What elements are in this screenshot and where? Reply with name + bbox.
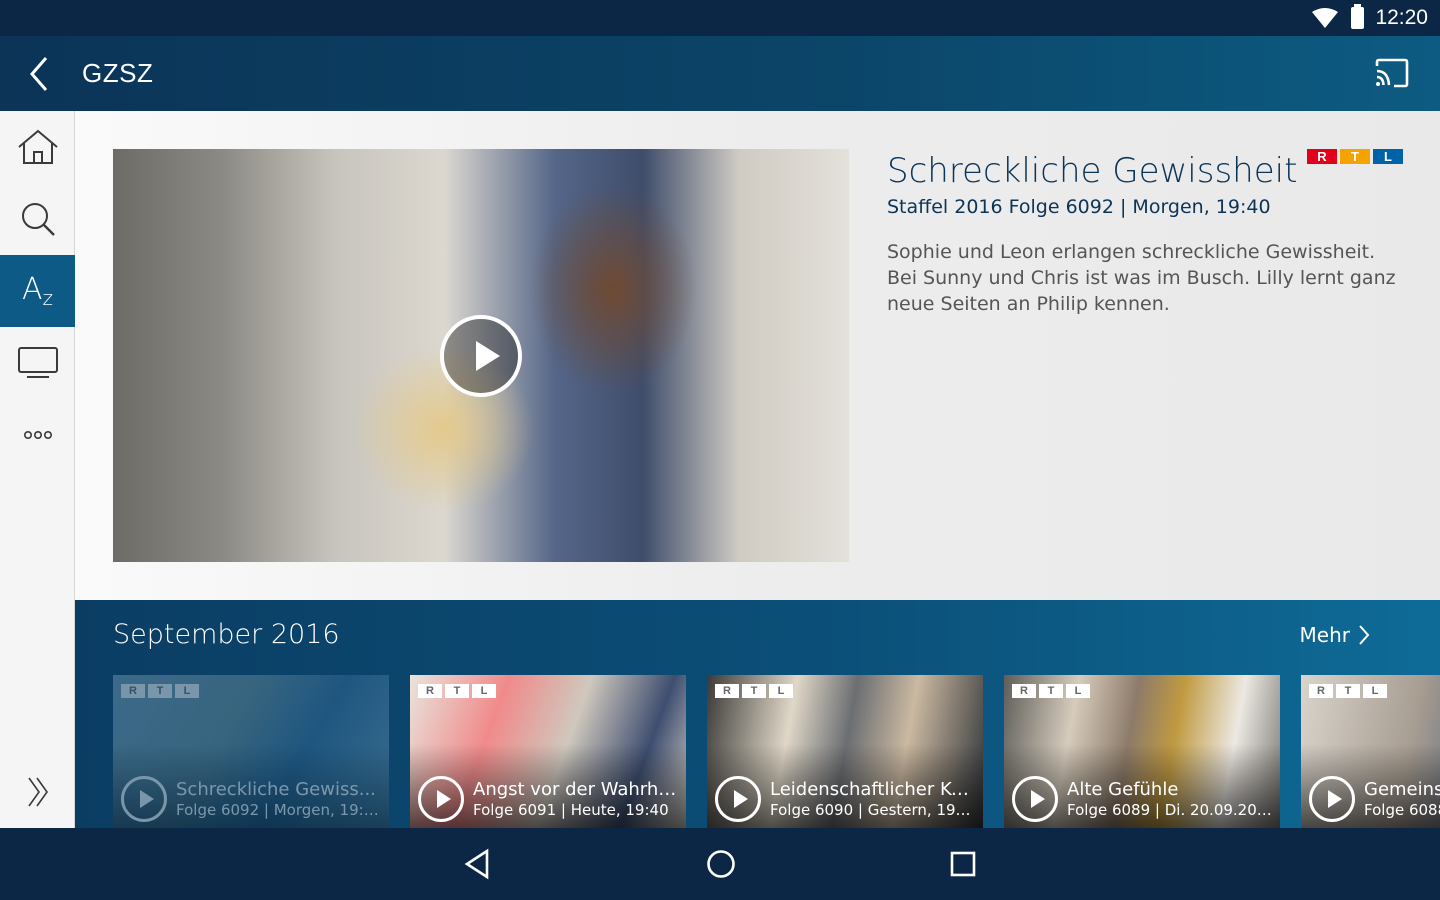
more-button[interactable]: Mehr [1300, 623, 1370, 647]
logo-letter-r: R [121, 684, 145, 698]
sidebar-item-tv[interactable] [0, 327, 75, 399]
rtl-logo: RTL [1309, 684, 1387, 698]
logo-letter-t: T [1039, 684, 1063, 698]
logo-letter-l: L [175, 684, 199, 698]
logo-letter-r: R [418, 684, 442, 698]
card-subtitle: Folge 6088 [1364, 801, 1440, 819]
search-icon [21, 203, 55, 236]
status-bar: 12:20 [0, 0, 1440, 36]
tv-icon [17, 347, 58, 378]
featured-video-thumbnail[interactable] [113, 149, 849, 562]
logo-letter-l: L [769, 684, 793, 698]
episode-card[interactable]: RTL Schreckliche Gewiss... Folge 6092 | … [113, 675, 389, 828]
episode-meta: Staffel 2016 Folge 6092 | Morgen, 19:40 [887, 196, 1271, 218]
logo-letter-r: R [1307, 149, 1337, 164]
card-subtitle: Folge 6091 | Heute, 19:40 [473, 801, 669, 819]
sidebar-item-home[interactable] [0, 111, 75, 183]
sidebar-item-more[interactable] [0, 399, 75, 471]
card-title: Leidenschaftlicher Kuss [770, 779, 975, 800]
rtl-logo: RTL [121, 684, 199, 698]
logo-letter-t: T [148, 684, 172, 698]
logo-letter-t: T [1336, 684, 1360, 698]
logo-letter-t: T [445, 684, 469, 698]
logo-letter-r: R [715, 684, 739, 698]
card-subtitle: Folge 6089 | Di. 20.09.2016... [1067, 801, 1272, 819]
sidebar-item-search[interactable] [0, 183, 75, 255]
battery-icon [1351, 4, 1364, 29]
back-arrow-icon[interactable] [26, 54, 56, 94]
logo-letter-r: R [1309, 684, 1333, 698]
card-subtitle: Folge 6092 | Morgen, 19:40 [176, 801, 381, 819]
wifi-icon [1312, 8, 1338, 28]
episode-card[interactable]: RTL Angst vor der Wahrheit Folge 6091 | … [410, 675, 686, 828]
logo-letter-l: L [1363, 684, 1387, 698]
nav-back-icon[interactable] [463, 848, 491, 880]
cast-icon[interactable] [1374, 58, 1410, 88]
rtl-logo: R T L [1307, 149, 1403, 164]
episode-strip: September 2016 Mehr RTL Schreckliche Gew… [75, 600, 1440, 828]
play-icon[interactable] [1309, 776, 1355, 822]
a-z-icon: Az [21, 272, 54, 310]
play-icon[interactable] [715, 776, 761, 822]
system-navigation-bar [0, 828, 1440, 900]
play-icon[interactable] [121, 776, 167, 822]
logo-letter-r: R [1012, 684, 1036, 698]
logo-letter-l: L [1373, 149, 1403, 164]
more-label: Mehr [1299, 623, 1350, 647]
nav-recents-icon[interactable] [949, 848, 977, 880]
play-icon[interactable] [440, 315, 522, 397]
home-icon [17, 129, 58, 164]
episode-title: Schreckliche Gewissheit [887, 151, 1298, 191]
featured-episode: Schreckliche Gewissheit R T L Staffel 20… [75, 111, 1440, 600]
card-subtitle: Folge 6090 | Gestern, 19:40 [770, 801, 975, 819]
chevron-right-icon [1359, 625, 1370, 645]
section-title: September 2016 [113, 619, 340, 650]
rtl-logo: RTL [418, 684, 496, 698]
app-bar: GZSZ [0, 36, 1440, 111]
episode-card[interactable]: RTL Leidenschaftlicher Kuss Folge 6090 |… [707, 675, 983, 828]
episode-card[interactable]: RTL Alte Gefühle Folge 6089 | Di. 20.09.… [1004, 675, 1280, 828]
play-icon[interactable] [418, 776, 464, 822]
card-title: Gemeins [1364, 779, 1440, 800]
card-title: Angst vor der Wahrheit [473, 779, 678, 800]
nav-home-icon[interactable] [705, 848, 737, 880]
rtl-logo: RTL [1012, 684, 1090, 698]
logo-letter-l: L [472, 684, 496, 698]
double-chevron-right-icon [27, 777, 48, 807]
status-time: 12:20 [1375, 6, 1428, 29]
page-title: GZSZ [82, 58, 154, 88]
episode-description: Sophie und Leon erlangen schreckliche Ge… [887, 241, 1396, 315]
sidebar-expand-button[interactable] [0, 756, 75, 828]
episode-card[interactable]: RTL Gemeins Folge 6088 [1301, 675, 1440, 828]
card-title: Schreckliche Gewiss... [176, 779, 376, 800]
logo-letter-l: L [1066, 684, 1090, 698]
card-title: Alte Gefühle [1067, 779, 1179, 800]
sidebar: Az [0, 111, 75, 828]
logo-letter-t: T [1340, 149, 1370, 164]
logo-letter-t: T [742, 684, 766, 698]
rtl-logo: RTL [715, 684, 793, 698]
sidebar-item-a-z[interactable]: Az [0, 255, 75, 327]
more-dots-icon [23, 430, 52, 440]
play-icon[interactable] [1012, 776, 1058, 822]
